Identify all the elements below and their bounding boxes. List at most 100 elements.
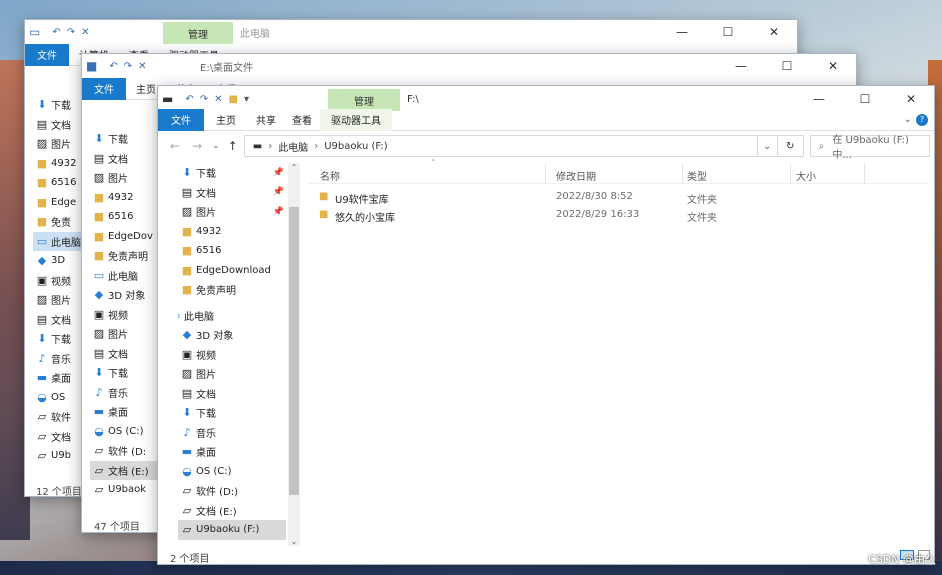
- minimize-button[interactable]: —: [796, 87, 842, 111]
- nav-scrollbar[interactable]: ⌃ ⌄: [288, 163, 300, 546]
- nav-item-6516[interactable]: ■ 6516: [178, 241, 288, 261]
- nav-item[interactable]: ▱ U9baok: [90, 480, 160, 500]
- nav-item[interactable]: ▤ 文档: [90, 149, 160, 169]
- nav-item-3d-objects[interactable]: ◆ 3D 对象: [178, 325, 288, 345]
- nav-item[interactable]: ■ 4932: [90, 188, 160, 208]
- pin-icon[interactable]: 📌: [273, 207, 284, 217]
- scroll-thumb[interactable]: [289, 207, 299, 495]
- scroll-down-icon[interactable]: ⌄: [288, 537, 300, 546]
- undo-icon[interactable]: ↶: [109, 61, 117, 72]
- nav-item[interactable]: ■ 免责声明: [90, 246, 160, 266]
- recent-dropdown-icon[interactable]: ⌄: [212, 141, 220, 151]
- chevron-right-icon[interactable]: ›: [268, 141, 272, 152]
- close-button[interactable]: ✕: [810, 54, 856, 78]
- nav-item[interactable]: ◒ OS (C:): [90, 422, 160, 442]
- search-input[interactable]: ⌕ 在 U9baoku (F:) 中...: [809, 135, 930, 161]
- nav-item[interactable]: ■ EdgeDov: [90, 227, 160, 247]
- close-button[interactable]: ✕: [888, 87, 934, 111]
- undo-icon[interactable]: ↶: [52, 27, 60, 38]
- column-header-type[interactable]: 类型: [687, 168, 707, 183]
- nav-item-edgedownload[interactable]: ■ EdgeDownload: [178, 261, 288, 281]
- nav-item[interactable]: ⬇ 下载: [90, 363, 160, 383]
- nav-item-downloads-2[interactable]: ⬇ 下载: [178, 403, 288, 423]
- address-bar[interactable]: ▬ › 此电脑 › U9baoku (F:): [243, 135, 758, 157]
- nav-item[interactable]: ▭ 此电脑: [90, 266, 160, 286]
- nav-item[interactable]: ▨ 图片: [90, 168, 160, 188]
- nav-item-4932[interactable]: ■ 4932: [178, 222, 288, 242]
- nav-item[interactable]: ▱ 文档 (E:): [90, 460, 160, 480]
- nav-item-pictures-2[interactable]: ▨ 图片: [178, 364, 288, 384]
- nav-item-documents-2[interactable]: ▤ 文档: [178, 384, 288, 404]
- quick-access-dropdown-icon[interactable]: ▾: [244, 94, 249, 105]
- help-icon[interactable]: ?: [916, 113, 928, 126]
- table-row[interactable]: ■ U9软件宝库 2022/8/30 8:52 文件夹: [308, 188, 928, 206]
- tab-share[interactable]: 共享: [248, 112, 284, 127]
- folder-icon: ■: [86, 59, 98, 73]
- tab-drive-tools[interactable]: 驱动器工具: [320, 108, 392, 131]
- close-button[interactable]: ✕: [751, 20, 797, 44]
- breadcrumb-drive[interactable]: U9baoku (F:): [324, 141, 387, 152]
- breadcrumb-this-pc[interactable]: 此电脑: [278, 139, 308, 154]
- back-icon[interactable]: ←: [170, 139, 180, 153]
- nav-item[interactable]: ◆ 3D 对象: [90, 285, 160, 305]
- nav-item[interactable]: ♪ 音乐: [90, 383, 160, 403]
- nav-item[interactable]: ▤ 文档: [90, 344, 160, 364]
- maximize-button[interactable]: ☐: [842, 87, 888, 111]
- pin-icon[interactable]: 📌: [273, 168, 284, 178]
- table-row[interactable]: ■ 悠久的小宝库 2022/8/29 16:33 文件夹: [308, 206, 928, 224]
- nav-item-downloads[interactable]: ⬇ 下载 📌: [178, 163, 288, 183]
- minimize-button[interactable]: —: [718, 54, 764, 78]
- delete-icon[interactable]: ✕: [138, 61, 146, 72]
- nav-item[interactable]: ⬇ 下载: [90, 129, 160, 149]
- forward-icon[interactable]: →: [192, 139, 202, 153]
- window-controls: — ☐ ✕: [796, 87, 934, 111]
- nav-item-desktop[interactable]: ▬ 桌面: [178, 442, 288, 462]
- delete-icon[interactable]: ✕: [81, 27, 89, 38]
- chevron-right-icon[interactable]: ›: [314, 141, 318, 152]
- column-header-name[interactable]: 名称: [320, 168, 340, 183]
- file-name[interactable]: 悠久的小宝库: [335, 209, 395, 224]
- column-header-date[interactable]: 修改日期: [556, 168, 596, 183]
- nav-item-drive-f[interactable]: ▱ U9baoku (F:): [178, 520, 286, 540]
- up-icon[interactable]: ↑: [228, 139, 238, 153]
- tab-home[interactable]: 主页: [204, 112, 248, 127]
- drive-icon: ▬: [162, 92, 174, 106]
- column-header-size[interactable]: 大小: [796, 168, 816, 183]
- nav-item-pictures[interactable]: ▨ 图片 📌: [178, 202, 288, 222]
- nav-item-this-pc[interactable]: ▭此电脑: [178, 306, 288, 326]
- scroll-up-icon[interactable]: ⌃: [288, 163, 300, 172]
- address-dropdown-icon[interactable]: ⌄: [757, 135, 778, 157]
- nav-item[interactable]: ▨ 图片: [90, 324, 160, 344]
- manage-tab[interactable]: 管理: [163, 22, 233, 44]
- nav-item[interactable]: ▬ 桌面: [90, 402, 160, 422]
- nav-item-documents[interactable]: ▤ 文档 📌: [178, 183, 288, 203]
- undo-icon[interactable]: ↶: [185, 94, 193, 105]
- redo-icon[interactable]: ↷: [200, 94, 208, 105]
- folder-icon[interactable]: ■: [229, 94, 238, 105]
- maximize-button[interactable]: ☐: [764, 54, 810, 78]
- maximize-button[interactable]: ☐: [705, 20, 751, 44]
- file-tab[interactable]: 文件: [82, 77, 126, 100]
- nav-item[interactable]: ▱ 软件 (D:: [90, 441, 160, 461]
- redo-icon[interactable]: ↷: [67, 27, 75, 38]
- minimize-button[interactable]: —: [659, 20, 705, 44]
- nav-item-drive-d[interactable]: ▱ 软件 (D:): [178, 481, 288, 501]
- tab-view[interactable]: 查看: [284, 112, 320, 127]
- refresh-icon[interactable]: ↻: [777, 135, 804, 157]
- delete-icon[interactable]: ✕: [214, 94, 222, 105]
- ribbon-expand-icon[interactable]: ⌄: [904, 114, 912, 125]
- redo-icon[interactable]: ↷: [124, 61, 132, 72]
- file-tab[interactable]: 文件: [25, 43, 69, 66]
- nav-item-drive-e[interactable]: ▱ 文档 (E:): [178, 501, 288, 521]
- nav-item-music[interactable]: ♪ 音乐: [178, 423, 288, 443]
- nav-item-videos[interactable]: ▣ 视频: [178, 345, 288, 365]
- file-name[interactable]: U9软件宝库: [335, 191, 389, 206]
- nav-item[interactable]: ■ 6516: [90, 207, 160, 227]
- pin-icon[interactable]: 📌: [273, 187, 284, 197]
- file-tab[interactable]: 文件: [158, 108, 204, 131]
- nav-item-drive-c[interactable]: ◒ OS (C:): [178, 462, 288, 482]
- file-date: 2022/8/29 16:33: [556, 209, 640, 220]
- explorer-window-3[interactable]: ▬ ↶ ↷ ✕ ■ ▾ F:\ 管理 — ☐ ✕ 文件 主页 共享 查看 驱动器工具…: [157, 85, 935, 565]
- nav-item-disclaimer[interactable]: ■ 免责声明: [178, 280, 288, 300]
- nav-item[interactable]: ▣ 视频: [90, 305, 160, 325]
